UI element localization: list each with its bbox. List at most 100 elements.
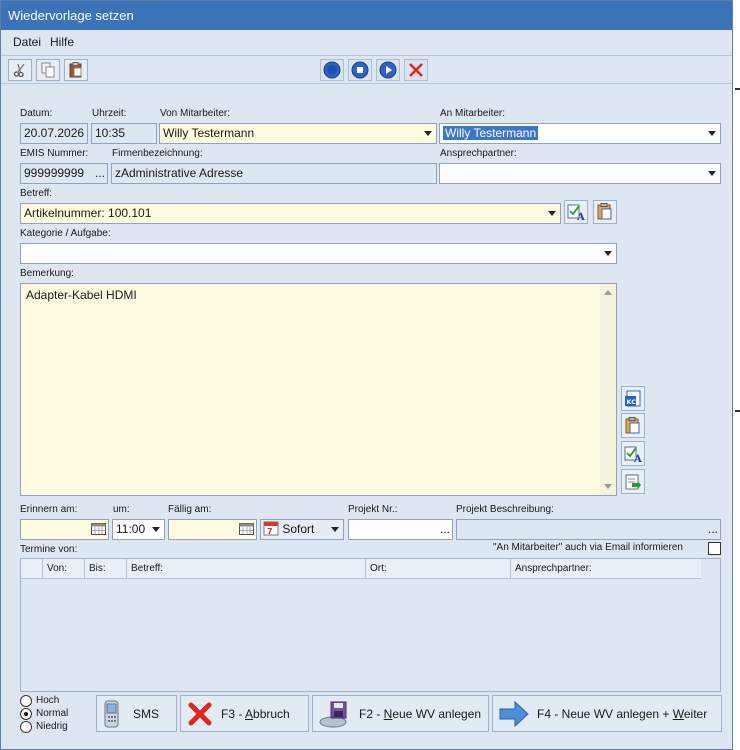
projekt-nr-label: Projekt Nr.: [348,504,398,515]
chevron-down-icon[interactable] [600,244,616,263]
grid-col-ort[interactable]: Ort: [366,559,511,579]
firma-label: Firmenbezeichnung: [112,148,203,159]
phone-icon [104,700,119,727]
svg-text:A: A [576,212,585,221]
chevron-down-icon[interactable] [544,204,560,223]
projekt-beschr-field[interactable]: ... [456,519,721,540]
projekt-nr-field[interactable]: ... [348,519,453,540]
datum-field[interactable]: 20.07.2026 [20,123,88,144]
grid-col-von[interactable]: Von: [43,559,85,579]
abbruch-label: F3 - Abbruch [221,706,290,721]
chevron-down-icon[interactable] [704,124,720,143]
emis-more-button[interactable]: ... [95,164,105,183]
an-mitarbeiter-select[interactable]: Willy Testermann [439,123,721,144]
neue-wv-weiter-button[interactable]: F4 - Neue WV anlegen + Weiter [492,695,722,732]
grid-col-betreff[interactable]: Betreff: [127,559,366,579]
side-check-button[interactable]: A [621,441,645,466]
save-disk-icon [319,701,347,727]
chevron-down-icon[interactable] [704,164,720,183]
copy-icon [41,62,55,78]
grid-col-indicator [21,559,43,579]
grid-col-ansprechpartner[interactable]: Ansprechpartner: [511,559,701,579]
sms-button[interactable]: SMS [96,695,177,732]
bemerkung-scrollbar[interactable] [600,284,616,495]
check-text-icon: A [567,204,585,221]
check-text-icon: A [624,446,642,463]
kc-icon: KC [625,390,641,406]
paste-icon [69,62,82,78]
neue-wv-weiter-label: F4 - Neue WV anlegen + Weiter [537,706,708,721]
betreff-clipboard-button[interactable] [593,200,617,224]
clipboard-icon [625,416,640,433]
export-icon [625,474,641,489]
calendar-icon[interactable] [239,523,254,535]
svg-text:KC: KC [627,398,637,406]
play-button[interactable] [376,59,400,81]
emis-label: EMIS Nummer: [20,148,89,159]
calendar-icon[interactable] [91,523,106,535]
an-mitarbeiter-label: An Mitarbeiter: [440,108,506,119]
cut-button[interactable] [8,59,32,81]
scroll-up-icon[interactable] [604,290,612,295]
termine-label: Termine von: [20,544,78,555]
betreff-check-button[interactable]: A [564,200,588,224]
title-bar: Wiedervorlage setzen [1,1,732,30]
erinnern-label: Erinnern am: [20,504,78,515]
dialog-window: Wiedervorlage setzen Datei Hilfe Datum: … [0,0,733,750]
priority-niedrig-radio[interactable] [20,721,32,733]
delete-button[interactable] [404,59,428,81]
chevron-down-icon[interactable] [327,520,343,539]
window-title: Wiedervorlage setzen [8,8,134,23]
scroll-down-icon[interactable] [604,484,612,489]
email-info-checkbox[interactable] [708,542,721,555]
betreff-label: Betreff: [20,188,53,199]
background-edge [735,410,740,412]
side-clipboard-button[interactable] [621,413,645,438]
emis-field[interactable]: 999999999 ... [20,163,108,184]
ansprech-label: Ansprechpartner: [440,148,517,159]
arrow-right-icon [499,700,529,727]
priority-hoch-label: Hoch [36,695,60,706]
bemerkung-label: Bemerkung: [20,268,74,279]
paste-button[interactable] [64,59,88,81]
grid-col-bis[interactable]: Bis: [85,559,127,579]
sofort-select[interactable]: 7 Sofort [260,519,344,540]
copy-button[interactable] [36,59,60,81]
priority-hoch-radio[interactable] [20,695,32,707]
projekt-nr-more-button[interactable]: ... [440,520,450,539]
bemerkung-textarea[interactable]: Adapter-Kabel HDMI [20,283,617,496]
svg-text:A: A [633,454,642,463]
von-mitarbeiter-select[interactable]: Willy Testermann [159,123,437,144]
kc-button[interactable]: KC [621,386,645,411]
chevron-down-icon[interactable] [148,520,164,539]
firma-field: zAdministrative Adresse [111,163,437,184]
priority-niedrig-label: Niedrig [36,721,68,732]
ansprech-select[interactable] [439,163,721,184]
stop-button[interactable] [348,59,372,81]
priority-normal-label: Normal [36,708,69,719]
record-button[interactable] [320,59,344,81]
menu-hilfe[interactable]: Hilfe [50,35,74,49]
datum-label: Datum: [20,108,53,119]
betreff-select[interactable]: Artikelnummer: 100.101 [20,203,561,224]
faellig-date-field[interactable] [168,519,257,540]
chevron-down-icon[interactable] [420,124,436,143]
faellig-label: Fällig am: [168,504,212,515]
menu-datei[interactable]: Datei [13,35,41,49]
erinnern-date-field[interactable] [20,519,109,540]
scissors-icon [13,63,25,77]
export-button[interactable] [621,469,645,494]
projekt-beschr-more-button[interactable]: ... [708,520,718,539]
uhrzeit-field[interactable]: 10:35 [91,123,157,144]
stop-icon [351,61,369,79]
abbruch-button[interactable]: F3 - Abbruch [180,695,309,732]
cancel-x-icon [188,702,212,725]
um-time-select[interactable]: 11:00 [112,519,165,540]
kategorie-select[interactable] [20,243,617,264]
calendar-page-icon: 7 [263,521,279,536]
kategorie-label: Kategorie / Aufgabe: [20,228,111,239]
von-mitarbeiter-label: Von Mitarbeiter: [160,108,231,119]
record-icon [323,61,341,79]
priority-normal-radio[interactable] [20,708,32,720]
neue-wv-button[interactable]: F2 - Neue WV anlegen [312,695,489,732]
